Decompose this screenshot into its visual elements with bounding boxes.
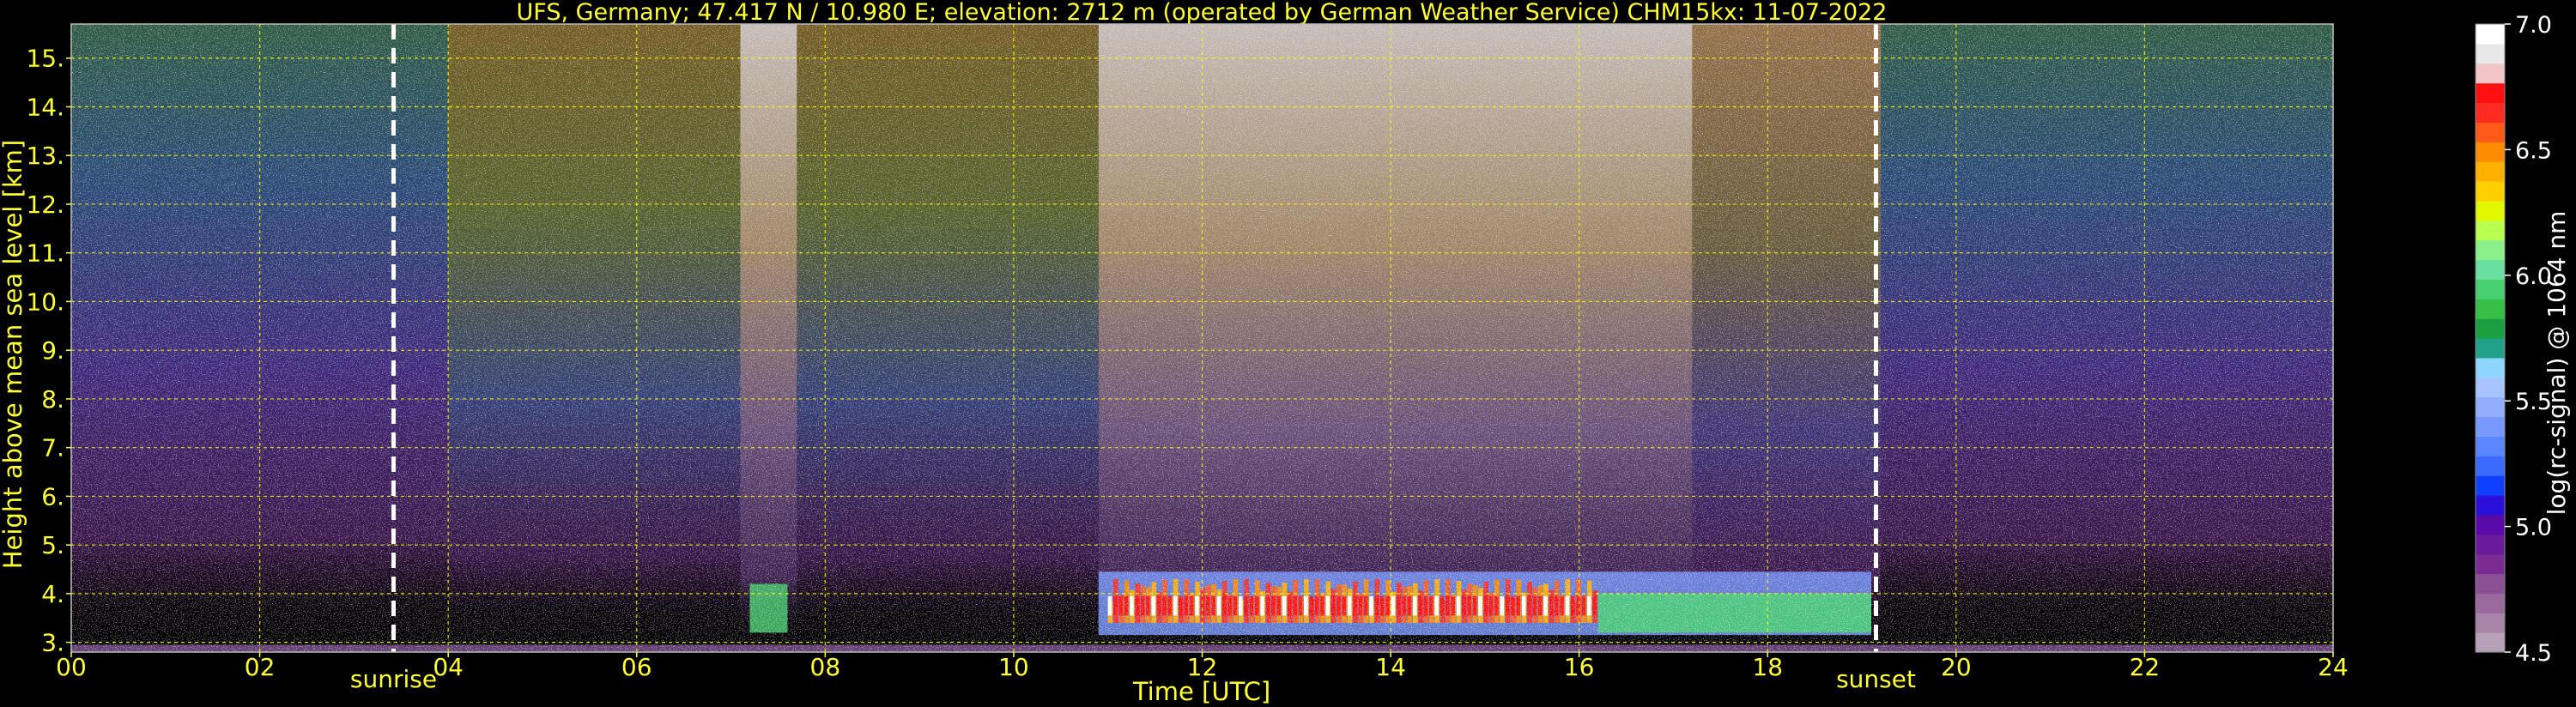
y-tick-label: 9. (41, 336, 64, 365)
colorbar-swatch (2476, 534, 2505, 555)
colorbar-swatch (2476, 279, 2505, 299)
colorbar-swatch (2476, 593, 2505, 613)
sunrise-label: sunrise (350, 665, 437, 693)
colorbar-tick-label: 6.5 (2515, 137, 2552, 164)
colorbar-swatch (2476, 318, 2505, 339)
colorbar-tick-label: 5.0 (2515, 515, 2552, 541)
signal-noise-texture (71, 24, 2333, 652)
y-tick-label: 15. (26, 45, 64, 73)
colorbar-swatch (2476, 436, 2505, 456)
colorbar-swatch (2476, 239, 2505, 261)
colorbar-swatch (2476, 632, 2505, 653)
y-axis-ticks: 3.4.5.6.7.8.9.10.11.12.13.14.15. (26, 45, 71, 657)
colorbar-swatch (2476, 220, 2505, 241)
colorbar-tick-label: 7.0 (2515, 12, 2552, 39)
colorbar-swatch (2476, 396, 2505, 418)
colorbar-swatch (2476, 200, 2505, 221)
colorbar-swatch (2476, 613, 2505, 633)
colorbar-swatch (2476, 416, 2505, 437)
y-tick-label: 10. (26, 287, 64, 316)
colorbar-swatch (2476, 122, 2505, 142)
colorbar-swatch (2476, 299, 2505, 319)
colorbar-swatch (2476, 456, 2505, 476)
chart-title: UFS, Germany; 47.417 N / 10.980 E; eleva… (517, 0, 1888, 26)
colorbar: 4.55.05.56.06.57.0 (2475, 12, 2552, 667)
colorbar-swatch (2476, 338, 2505, 359)
y-tick-label: 11. (26, 239, 64, 268)
plot-area: sunrise sunset (70, 23, 2334, 693)
y-tick-label: 5. (41, 531, 64, 559)
y-axis-label: Height above mean sea level [km] (0, 140, 27, 569)
colorbar-swatch (2476, 24, 2505, 45)
y-tick-label: 14. (26, 93, 64, 121)
colorbar-tick-label: 4.5 (2515, 640, 2552, 667)
colorbar-swatch (2476, 475, 2505, 496)
colorbar-swatch (2476, 553, 2505, 575)
y-tick-label: 13. (26, 142, 64, 170)
colorbar-swatch (2476, 377, 2505, 398)
colorbar-swatch (2476, 63, 2505, 84)
y-tick-label: 6. (41, 482, 64, 511)
y-tick-label: 4. (41, 580, 64, 608)
x-axis-label: Time [UTC] (1132, 677, 1270, 706)
colorbar-swatch (2476, 161, 2505, 182)
ceilometer-chart: UFS, Germany; 47.417 N / 10.980 E; eleva… (0, 0, 2571, 706)
y-tick-label: 7. (41, 434, 64, 462)
y-tick-label: 12. (26, 190, 64, 219)
y-tick-label: 8. (41, 385, 64, 414)
colorbar-swatch (2476, 43, 2505, 64)
colorbar-swatch (2476, 142, 2505, 162)
sunset-label: sunset (1836, 665, 1916, 693)
colorbar-swatch (2476, 259, 2505, 280)
colorbar-swatch (2476, 102, 2505, 123)
colorbar-swatch (2476, 181, 2505, 202)
colorbar-swatch (2476, 495, 2505, 516)
colorbar-swatch (2476, 357, 2505, 378)
colorbar-swatch (2476, 82, 2505, 104)
colorbar-swatch (2476, 514, 2505, 535)
colorbar-swatch (2476, 573, 2505, 594)
colorbar-label: log(rc-signal) @ 1064 nm (2543, 211, 2571, 516)
